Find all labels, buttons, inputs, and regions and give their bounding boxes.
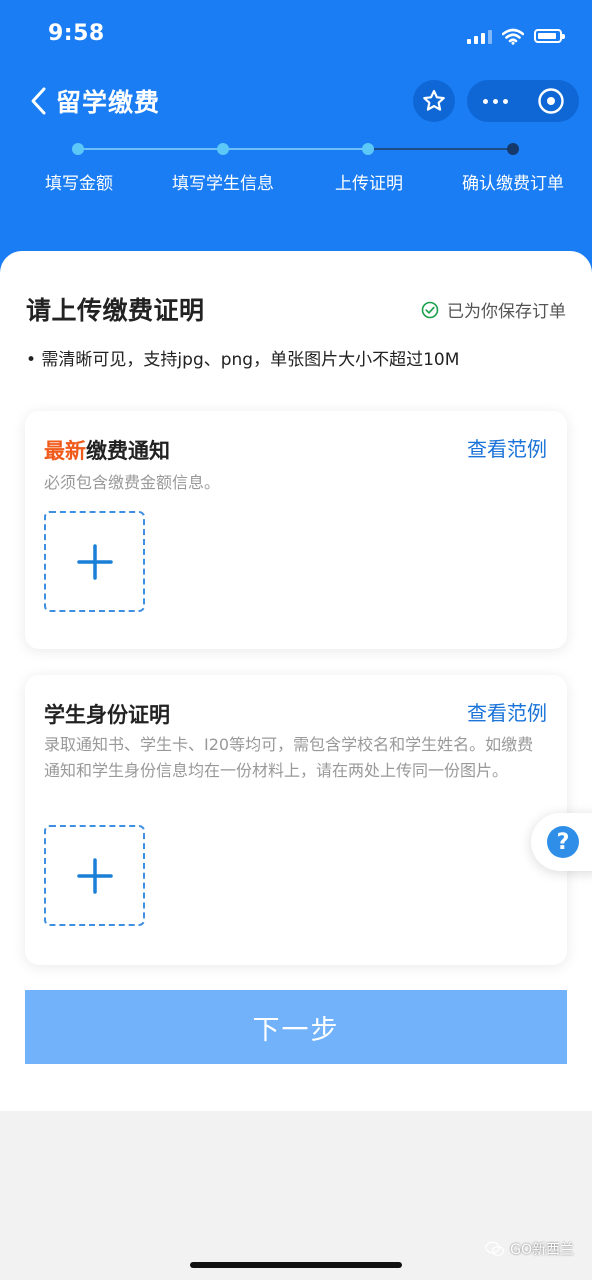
saved-status: 已为你保存订单	[421, 297, 566, 322]
close-button[interactable]	[523, 80, 579, 122]
step-dot	[362, 143, 374, 155]
upload-notice: • 需清晰可见，支持jpg、png，单张图片大小不超过10M	[26, 350, 460, 370]
step-label-confirm-order: 确认缴费订单	[462, 174, 564, 194]
step-label-amount: 填写金额	[45, 174, 113, 194]
step-dot	[72, 143, 84, 155]
card-description: 必须包含缴费金额信息。	[44, 473, 221, 492]
page-title: 留学缴费	[56, 88, 161, 117]
upload-button[interactable]	[44, 511, 145, 612]
help-button[interactable]: ?	[531, 813, 592, 871]
more-button[interactable]	[467, 80, 523, 122]
card-description: 录取通知书、学生卡、I20等均可，需包含学校名和学生姓名。如缴费通知和学生身份信…	[44, 735, 534, 780]
more-dots-icon	[482, 98, 488, 104]
status-icons	[467, 24, 565, 48]
close-circle-icon	[538, 88, 564, 114]
capsule-menu	[467, 80, 579, 122]
saved-text: 已为你保存订单	[447, 302, 566, 322]
card-title: 学生身份证明	[44, 703, 170, 727]
student-identity-card: 学生身份证明 查看范例 录取通知书、学生卡、I20等均可，需包含学校名和学生姓名…	[25, 675, 567, 965]
view-example-link[interactable]: 查看范例	[467, 697, 547, 726]
step-dot	[507, 143, 519, 155]
step-label-student-info: 填写学生信息	[172, 174, 274, 194]
title-rest: 缴费通知	[86, 439, 170, 463]
battery-icon	[534, 29, 565, 43]
view-example-link[interactable]: 查看范例	[467, 433, 547, 462]
step-label-upload-proof: 上传证明	[335, 174, 403, 194]
watermark: GO新西兰	[485, 1239, 574, 1259]
signal-icon	[467, 28, 492, 44]
card-title: 最新缴费通知	[44, 435, 170, 465]
wifi-icon	[502, 28, 524, 45]
title-highlight: 最新	[44, 439, 86, 463]
next-step-button[interactable]: 下一步	[25, 990, 567, 1064]
plus-icon	[76, 857, 113, 894]
main-content: 请上传缴费证明 已为你保存订单 • 需清晰可见，支持jpg、png，单张图片大小…	[0, 251, 592, 1111]
help-icon: ?	[547, 826, 579, 858]
watermark-text: GO新西兰	[510, 1242, 574, 1258]
status-time: 9:58	[48, 21, 105, 46]
plus-icon	[76, 543, 113, 580]
status-bar: 9:58	[0, 0, 592, 70]
favorite-button[interactable]	[413, 80, 455, 122]
back-chevron-icon	[31, 87, 46, 115]
section-title: 请上传缴费证明	[26, 296, 205, 325]
navigation-bar: 留学缴费	[0, 78, 592, 124]
step-dot	[217, 143, 229, 155]
wechat-icon	[485, 1241, 505, 1257]
star-icon	[423, 89, 445, 111]
payment-notice-card: 最新缴费通知 查看范例 必须包含缴费金额信息。	[25, 411, 567, 649]
progress-steps: 填写金额 填写学生信息 上传证明 确认缴费订单	[0, 140, 592, 200]
upload-button[interactable]	[44, 825, 145, 926]
back-button[interactable]	[28, 84, 52, 118]
home-indicator	[190, 1262, 402, 1268]
check-circle-icon	[421, 301, 439, 318]
